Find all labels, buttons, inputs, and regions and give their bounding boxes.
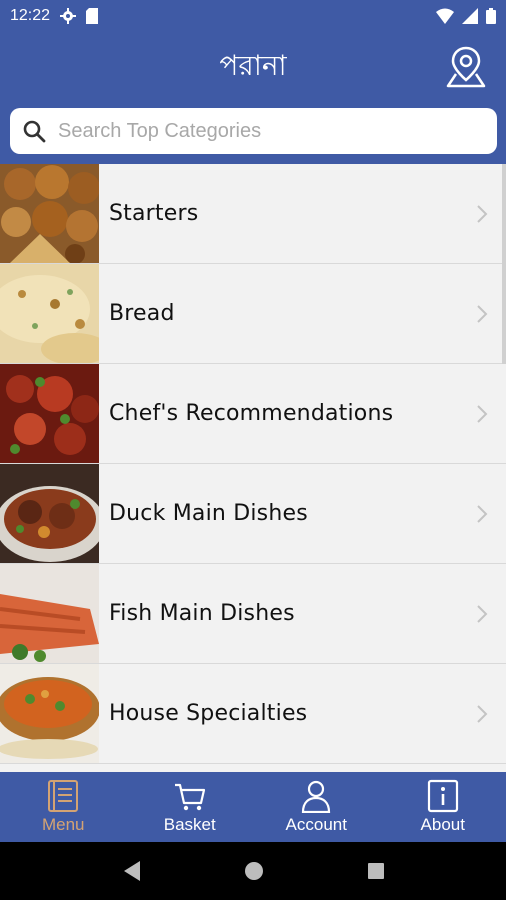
- chevron-right-icon: [477, 205, 488, 223]
- battery-icon: [486, 8, 496, 24]
- system-nav-bar: [0, 842, 506, 900]
- chevron-right-icon: [477, 405, 488, 423]
- tab-basket[interactable]: Basket: [127, 772, 254, 842]
- duck-main-dishes-image: [0, 464, 99, 563]
- chevron-right-icon: [477, 305, 488, 323]
- tab-label: Basket: [163, 815, 216, 834]
- wifi-icon: [436, 8, 454, 24]
- fish-main-dishes-image: [0, 564, 99, 663]
- info-icon: [427, 779, 458, 813]
- search-box[interactable]: [10, 108, 497, 154]
- category-label: House Specialties: [109, 701, 308, 726]
- app-header: পরানা: [0, 32, 506, 164]
- chevron-right-icon: [477, 505, 488, 523]
- menu-book-icon: [48, 780, 79, 812]
- category-row-house-specialties[interactable]: House Specialties: [0, 664, 506, 764]
- status-bar: 12:22: [0, 0, 506, 32]
- status-time: 12:22: [10, 7, 51, 24]
- map-pin-icon: [446, 46, 486, 88]
- home-icon[interactable]: [243, 860, 265, 882]
- tab-account[interactable]: Account: [253, 772, 380, 842]
- chevron-right-icon: [477, 705, 488, 723]
- category-row-bread[interactable]: Bread: [0, 264, 506, 364]
- category-label: Fish Main Dishes: [109, 601, 295, 626]
- tab-label: About: [420, 815, 465, 834]
- tab-label: Menu: [41, 815, 85, 834]
- chef-recommendations-image: [0, 364, 99, 463]
- category-label: Bread: [109, 301, 175, 326]
- category-label: Starters: [109, 201, 199, 226]
- house-specialties-image: [0, 664, 99, 763]
- category-row-duck-main-dishes[interactable]: Duck Main Dishes: [0, 464, 506, 564]
- category-row-chef-recommendations[interactable]: Chef's Recommendations: [0, 364, 506, 464]
- tab-about[interactable]: About: [380, 772, 506, 842]
- tab-label: Account: [285, 815, 347, 834]
- settings-icon: [60, 8, 77, 24]
- category-row-fish-main-dishes[interactable]: Fish Main Dishes: [0, 564, 506, 664]
- bottom-tab-bar: Menu Basket Account About: [0, 772, 506, 842]
- basket-icon: [174, 783, 205, 811]
- recents-icon[interactable]: [366, 861, 386, 881]
- tab-menu[interactable]: Menu: [0, 772, 127, 842]
- search-icon: [23, 120, 46, 143]
- location-button[interactable]: [444, 44, 488, 88]
- search-input[interactable]: [58, 119, 485, 143]
- category-row-partial: [0, 764, 506, 772]
- brand-logo: পরানা: [219, 49, 287, 82]
- bread-image: [0, 264, 99, 363]
- sd-card-icon: [86, 8, 99, 24]
- back-icon[interactable]: [120, 859, 142, 883]
- category-list: Starters Bread Chef's Recommendations Du…: [0, 164, 506, 772]
- scrollbar[interactable]: [502, 164, 506, 364]
- category-label: Chef's Recommendations: [109, 401, 394, 426]
- account-icon: [302, 780, 331, 813]
- category-row-starters[interactable]: Starters: [0, 164, 506, 264]
- category-label: Duck Main Dishes: [109, 501, 308, 526]
- chevron-right-icon: [477, 605, 488, 623]
- signal-icon: [462, 8, 478, 24]
- starters-image: [0, 164, 99, 263]
